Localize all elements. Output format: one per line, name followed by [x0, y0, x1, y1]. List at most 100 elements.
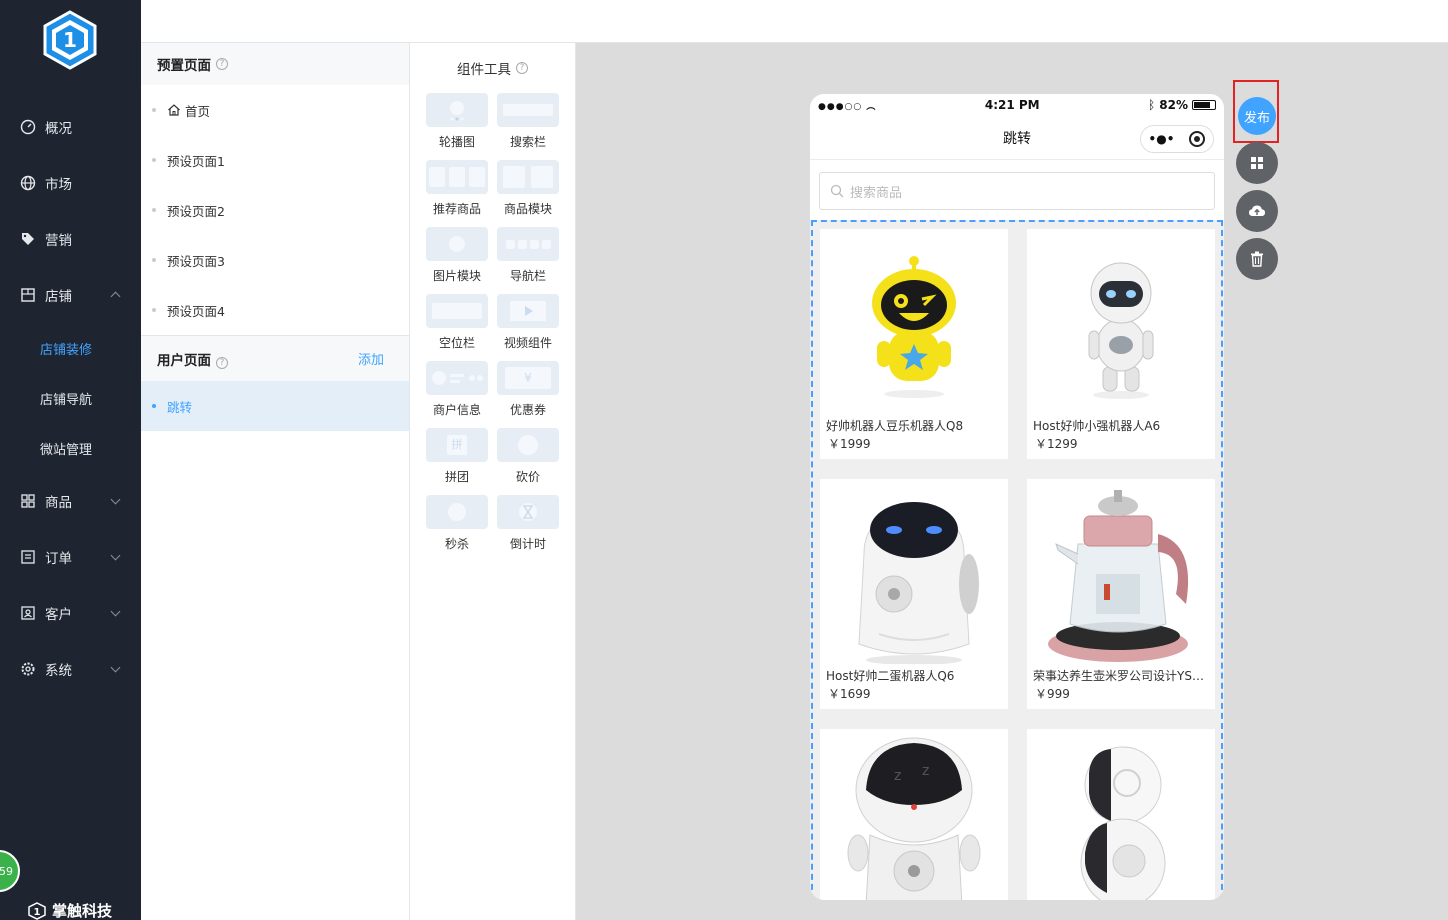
product-card[interactable]: 荣事达养生壶米罗公司设计YSH... ￥999	[1027, 479, 1215, 709]
sidebar-item-products[interactable]: 商品	[0, 483, 141, 519]
globe-icon	[20, 175, 36, 191]
preset-pages-header: 预置页面 ?	[141, 43, 409, 85]
product-card[interactable]: 好帅机器人豆乐机器人Q8 ￥1999	[820, 229, 1008, 459]
product-card[interactable]	[1027, 729, 1215, 900]
help-icon[interactable]: ?	[516, 62, 528, 74]
tool-label: 空位栏	[438, 336, 475, 350]
tool-label: 轮播图	[438, 135, 475, 149]
sidebar-sub-store-navigation[interactable]: 店铺导航	[0, 381, 141, 415]
sidebar-item-customers[interactable]: 客户	[0, 595, 141, 631]
preset-page-1[interactable]: 预设页面1	[141, 135, 409, 185]
tool-label: 商品模块	[503, 202, 552, 216]
tool-merchant-info[interactable]: 商户信息	[426, 361, 490, 423]
preset-page-2[interactable]: 预设页面2	[141, 185, 409, 235]
tool-label: 倒计时	[509, 537, 546, 551]
product-image-yellow-robot	[820, 229, 1008, 419]
notification-badge[interactable]: 59	[0, 850, 20, 892]
tool-coupon[interactable]: ¥ 优惠券	[497, 361, 561, 423]
brand-footer: 1 掌触科技	[28, 900, 112, 920]
phone-nav-bar: 跳转 •●•	[810, 116, 1224, 160]
sidebar-item-system[interactable]: 系统	[0, 651, 141, 687]
component-tools-panel: 组件工具 ? 轮播图 搜索栏 推荐商品 商品模块 图片模块 导航栏 空位栏 视频…	[410, 43, 576, 920]
preset-page-3[interactable]: 预设页面3	[141, 235, 409, 285]
coupon-icon: ¥	[497, 361, 559, 395]
sidebar-sub-label: 店铺导航	[40, 392, 93, 408]
page-item-label: 预设页面4	[167, 303, 225, 319]
recommend-products-icon	[426, 160, 488, 194]
pages-panel: 预置页面 ? 首页 预设页面1 预设页面2 预设页面3 预设页面4 用户页面? …	[141, 43, 410, 920]
sidebar-sub-microsite[interactable]: 微站管理	[0, 431, 141, 465]
tool-recommend-products[interactable]: 推荐商品	[426, 160, 490, 222]
sidebar-sub-store-decoration[interactable]: 店铺装修	[0, 331, 141, 365]
sidebar-item-store[interactable]: 店铺	[0, 277, 141, 313]
page-item-label: 预设页面2	[167, 203, 225, 219]
user-page-jump[interactable]: 跳转	[141, 381, 409, 431]
merchant-info-icon	[426, 361, 488, 395]
product-card[interactable]: Host好帅小强机器人A6 ￥1299	[1027, 229, 1215, 459]
product-price: ￥1299	[1035, 437, 1078, 451]
product-module-selected[interactable]: 好帅机器人豆乐机器人Q8 ￥1999 Host好帅小强机器人A6 ￥1299 H…	[811, 220, 1223, 900]
app-root: 1 概况 市场 营销 店铺 店铺装修 店铺导航 微站管理 商品 订单 客户 系统…	[0, 0, 1448, 920]
home-icon	[168, 104, 180, 116]
publish-button[interactable]: 发布	[1238, 97, 1276, 135]
sidebar-item-orders[interactable]: 订单	[0, 539, 141, 575]
battery-icon	[1191, 100, 1216, 110]
help-icon[interactable]: ?	[216, 58, 228, 70]
app-logo: 1	[43, 10, 97, 70]
preset-page-home[interactable]: 首页	[141, 85, 409, 135]
tool-bargain[interactable]: 砍价	[497, 428, 561, 490]
tools-title: 组件工具	[457, 62, 511, 78]
layout-button[interactable]	[1236, 142, 1278, 184]
search-bar-icon	[497, 93, 559, 127]
tool-countdown[interactable]: 倒计时	[497, 495, 561, 557]
sidebar-item-market[interactable]: 市场	[0, 165, 141, 201]
user-pages-title-wrap: 用户页面?	[157, 349, 228, 369]
tool-video[interactable]: 视频组件	[497, 294, 561, 356]
mini-program-capsule[interactable]: •●•	[1140, 125, 1214, 153]
trash-icon	[1251, 251, 1263, 267]
cloud-upload-icon	[1249, 205, 1265, 216]
add-page-button[interactable]: 添加	[358, 349, 393, 368]
tool-group-buy[interactable]: 拼 拼团	[426, 428, 490, 490]
sidebar-item-marketing[interactable]: 营销	[0, 221, 141, 257]
battery-percent: 82%	[1159, 98, 1188, 112]
page-item-label: 跳转	[167, 399, 193, 415]
product-name: 好帅机器人豆乐机器人Q8	[826, 419, 964, 433]
close-target-icon[interactable]	[1189, 131, 1206, 147]
svg-text:z: z	[894, 768, 901, 784]
tool-image-module[interactable]: 图片模块	[426, 227, 490, 289]
tool-label: 搜索栏	[509, 135, 546, 149]
sidebar-item-label: 客户	[45, 607, 72, 623]
product-name: Host好帅小强机器人A6	[1033, 419, 1161, 433]
chevron-down-icon	[110, 494, 121, 505]
tool-search-bar[interactable]: 搜索栏	[497, 93, 561, 155]
svg-text:z: z	[922, 763, 929, 779]
search-icon	[830, 184, 844, 198]
tool-label: 秒杀	[444, 537, 469, 551]
tool-flash-sale[interactable]: 秒杀	[426, 495, 490, 557]
status-right: ᛒ 82%	[1148, 98, 1216, 112]
grid-icon	[20, 493, 36, 509]
product-card[interactable]: z z	[820, 729, 1008, 900]
product-image-white-robot-a6	[1027, 229, 1215, 419]
tool-label: 推荐商品	[432, 202, 481, 216]
tool-spacer[interactable]: 空位栏	[426, 294, 490, 356]
sidebar-item-label: 商品	[45, 495, 72, 511]
page-item-label: 预设页面1	[167, 153, 225, 169]
delete-button[interactable]	[1236, 238, 1278, 280]
tool-product-module[interactable]: 商品模块	[497, 160, 561, 222]
page-item-label: 首页	[185, 103, 211, 119]
product-name: Host好帅二蛋机器人Q6	[826, 669, 955, 683]
tool-carousel[interactable]: 轮播图	[426, 93, 490, 155]
sidebar-item-label: 系统	[45, 663, 72, 679]
save-cloud-button[interactable]	[1236, 190, 1278, 232]
tool-navbar[interactable]: 导航栏	[497, 227, 561, 289]
sidebar-item-overview[interactable]: 概况	[0, 109, 141, 145]
help-icon[interactable]: ?	[216, 356, 228, 369]
sidebar-sub-label: 微站管理	[40, 442, 93, 458]
preset-page-4[interactable]: 预设页面4	[141, 285, 409, 335]
product-search-input[interactable]: 搜索商品	[819, 172, 1215, 210]
product-card[interactable]: Host好帅二蛋机器人Q6 ￥1699	[820, 479, 1008, 709]
more-dots-icon[interactable]: •●•	[1149, 132, 1175, 146]
sidebar-item-label: 营销	[45, 233, 72, 249]
